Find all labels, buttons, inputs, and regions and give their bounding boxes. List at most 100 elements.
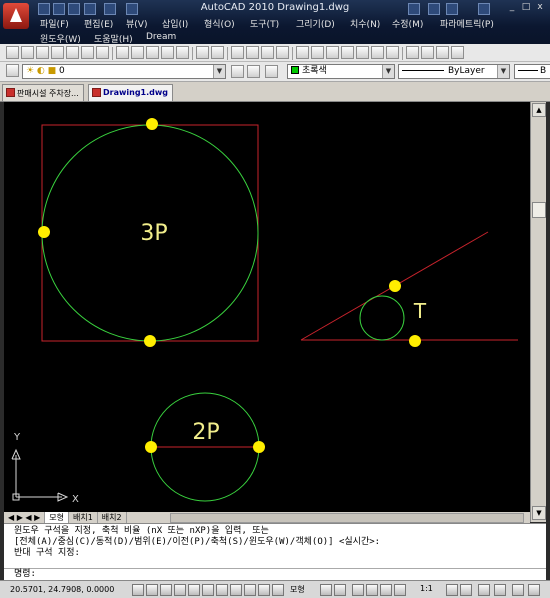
grip-point[interactable] bbox=[389, 280, 401, 292]
menu-insert[interactable]: 삽입(I) bbox=[162, 17, 188, 30]
doc-tab-parking[interactable]: 판매시설 주차장... bbox=[2, 84, 84, 101]
make-current-layer-icon[interactable] bbox=[231, 65, 244, 78]
menu-dream[interactable]: Dream bbox=[146, 32, 176, 42]
plot-preview-icon[interactable] bbox=[66, 46, 79, 59]
3d-dwf-icon[interactable] bbox=[96, 46, 109, 59]
new-icon[interactable] bbox=[6, 46, 19, 59]
grip-point[interactable] bbox=[145, 441, 157, 453]
scroll-thumb[interactable] bbox=[532, 202, 546, 218]
drawing-canvas[interactable]: 3P T 2P Y X bbox=[4, 102, 530, 512]
layer-manager-icon[interactable] bbox=[6, 64, 19, 77]
copy-icon[interactable] bbox=[131, 46, 144, 59]
layer-previous-icon[interactable] bbox=[247, 65, 260, 78]
scroll-up-icon[interactable]: ▲ bbox=[532, 103, 546, 117]
command-window[interactable]: 윈도우 구석을 지정, 축척 비율 (nX 또는 nXP)을 입력, 또는 [전… bbox=[4, 523, 546, 580]
open-icon[interactable] bbox=[21, 46, 34, 59]
menu-edit[interactable]: 편집(E) bbox=[84, 17, 113, 30]
tab-model[interactable]: 모형 bbox=[45, 512, 69, 523]
paste-icon[interactable] bbox=[146, 46, 159, 59]
design-center-icon[interactable] bbox=[311, 46, 324, 59]
zoom-icon[interactable] bbox=[366, 584, 378, 596]
grip-point[interactable] bbox=[409, 335, 421, 347]
otrack-icon[interactable] bbox=[216, 584, 228, 596]
lineweight-dropdown[interactable]: B bbox=[514, 64, 550, 79]
osnap-icon[interactable] bbox=[188, 584, 200, 596]
tab-layout1[interactable]: 배치1 bbox=[69, 512, 98, 523]
menu-format[interactable]: 형식(O) bbox=[204, 17, 235, 30]
workspace-icon[interactable] bbox=[478, 584, 490, 596]
scroll-down-icon[interactable]: ▼ bbox=[532, 506, 546, 520]
layer-dropdown[interactable]: ☀ ◐ ■ 0 ▼ bbox=[22, 64, 226, 79]
redo-icon[interactable] bbox=[211, 46, 224, 59]
sheet-set-icon[interactable] bbox=[341, 46, 354, 59]
tools-icon[interactable] bbox=[428, 3, 440, 15]
snap-icon[interactable] bbox=[132, 584, 144, 596]
menu-draw[interactable]: 그리기(D) bbox=[296, 17, 335, 30]
grip-point[interactable] bbox=[144, 335, 156, 347]
maximize-button[interactable]: □ bbox=[520, 2, 532, 12]
markup-icon[interactable] bbox=[356, 46, 369, 59]
text-style-icon[interactable] bbox=[406, 46, 419, 59]
auto-scale-icon[interactable] bbox=[460, 584, 472, 596]
dyn-icon[interactable] bbox=[244, 584, 256, 596]
grid-icon[interactable] bbox=[146, 584, 158, 596]
table-style-icon[interactable] bbox=[436, 46, 449, 59]
zoom-window-icon[interactable] bbox=[261, 46, 274, 59]
properties-icon[interactable] bbox=[296, 46, 309, 59]
lineweight-icon[interactable] bbox=[258, 584, 270, 596]
publish-icon[interactable] bbox=[81, 46, 94, 59]
star-icon[interactable] bbox=[446, 3, 458, 15]
nav-arrows[interactable]: ◀ ▶ ◀ ▶ bbox=[4, 512, 46, 523]
3d-osnap-icon[interactable] bbox=[202, 584, 214, 596]
help-icon[interactable] bbox=[478, 3, 490, 15]
menu-view[interactable]: 뷰(V) bbox=[126, 17, 147, 30]
menu-tools[interactable]: 도구(T) bbox=[250, 17, 279, 30]
zoom-realtime-icon[interactable] bbox=[246, 46, 259, 59]
showmotion-icon[interactable] bbox=[394, 584, 406, 596]
steering-wheel-icon[interactable] bbox=[380, 584, 392, 596]
horizontal-scrollbar[interactable] bbox=[170, 513, 524, 523]
ducs-icon[interactable] bbox=[230, 584, 242, 596]
doc-tab-drawing1[interactable]: Drawing1.dwg bbox=[88, 84, 173, 101]
minimize-button[interactable]: _ bbox=[506, 2, 518, 12]
quick-properties-icon[interactable] bbox=[272, 584, 284, 596]
save-icon[interactable] bbox=[36, 46, 49, 59]
lock-icon[interactable] bbox=[494, 584, 506, 596]
pan-icon[interactable] bbox=[352, 584, 364, 596]
menu-modify[interactable]: 수정(M) bbox=[392, 17, 423, 30]
calculator-icon[interactable] bbox=[371, 46, 384, 59]
block-editor-icon[interactable] bbox=[176, 46, 189, 59]
dim-style-icon[interactable] bbox=[421, 46, 434, 59]
multileader-style-icon[interactable] bbox=[451, 46, 464, 59]
layer-match-icon[interactable] bbox=[265, 65, 278, 78]
clean-screen-icon[interactable] bbox=[528, 584, 540, 596]
vertical-scrollbar[interactable]: ▲ ▼ bbox=[530, 102, 546, 522]
tab-layout2[interactable]: 배치2 bbox=[98, 512, 127, 523]
layout-icon[interactable] bbox=[320, 584, 332, 596]
binoculars-icon[interactable] bbox=[408, 3, 420, 15]
ortho-icon[interactable] bbox=[160, 584, 172, 596]
cut-icon[interactable] bbox=[116, 46, 129, 59]
layout2-icon[interactable] bbox=[334, 584, 346, 596]
circle-ttr[interactable] bbox=[359, 295, 405, 341]
model-space-label[interactable]: 모형 bbox=[290, 584, 305, 595]
close-button[interactable]: x bbox=[534, 2, 546, 12]
polar-icon[interactable] bbox=[174, 584, 186, 596]
tool-palettes-icon[interactable] bbox=[326, 46, 339, 59]
isolate-objects-icon[interactable] bbox=[512, 584, 524, 596]
linetype-dropdown[interactable]: ByLayer ▼ bbox=[398, 64, 510, 79]
annotation-visibility-icon[interactable] bbox=[446, 584, 458, 596]
color-dropdown[interactable]: 초록색 ▼ bbox=[287, 64, 395, 79]
help-icon[interactable] bbox=[386, 46, 399, 59]
plot-icon[interactable] bbox=[51, 46, 64, 59]
zoom-previous-icon[interactable] bbox=[276, 46, 289, 59]
menu-file[interactable]: 파일(F) bbox=[40, 17, 69, 30]
menu-dimension[interactable]: 치수(N) bbox=[350, 17, 380, 30]
grip-point[interactable] bbox=[146, 118, 158, 130]
grip-point[interactable] bbox=[38, 226, 50, 238]
annotation-scale[interactable]: 1:1 bbox=[420, 584, 433, 593]
match-properties-icon[interactable] bbox=[161, 46, 174, 59]
grip-point[interactable] bbox=[253, 441, 265, 453]
undo-icon[interactable] bbox=[196, 46, 209, 59]
pan-icon[interactable] bbox=[231, 46, 244, 59]
